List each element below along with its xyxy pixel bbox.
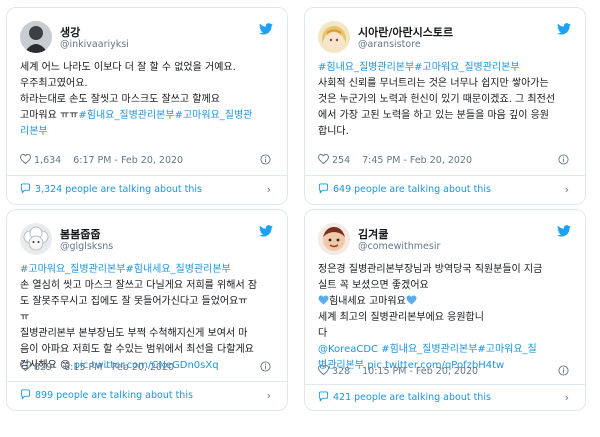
- tweet-card[interactable]: 시아란/아란시스토르 @aransistore #힘내요_질병관리본부#고마워요…: [304, 7, 586, 205]
- heart-icon[interactable]: [20, 361, 31, 371]
- blue-heart-icon: [318, 295, 329, 305]
- author-name[interactable]: 김겨쿨: [358, 226, 388, 242]
- tweet-meta: 254 7:45 PM - Feb 20, 2020: [318, 154, 575, 166]
- tweet-text: #힘내요_질병관리본부#고마워요_질병관리본부 사회적 신뢰를 무너트리는 것은…: [318, 60, 575, 140]
- talking-count[interactable]: 899 people are talking about this: [35, 390, 193, 401]
- tweet-header: 김겨쿨 @comewithmesir: [318, 223, 575, 257]
- info-icon[interactable]: [260, 361, 271, 372]
- avatar[interactable]: [20, 223, 52, 255]
- tweet-header: 생강 @inkivaariyksi: [20, 21, 277, 55]
- tweet-text: 정은경 질병관리본부장님과 방역당국 직원분들이 지금 실트 꼭 보셨으면 좋겠…: [318, 262, 575, 374]
- chevron-right-icon: ›: [266, 183, 271, 196]
- talking-count[interactable]: 3,324 people are talking about this: [35, 184, 202, 195]
- tweet-card[interactable]: 생강 @inkivaariyksi 세계 어느 나라도 이보다 더 잘 할 수 …: [6, 7, 288, 205]
- like-count: 1,634: [34, 155, 62, 166]
- tweet-header: 시아란/아란시스토르 @aransistore: [318, 21, 575, 55]
- conversation-link[interactable]: 421 people are talking about this ›: [318, 391, 575, 404]
- author-handle[interactable]: @aransistore: [358, 39, 421, 50]
- tweet-card[interactable]: 김겨쿨 @comewithmesir 정은경 질병관리본부장님과 방역당국 직원…: [304, 209, 586, 411]
- like-count: 254: [332, 155, 351, 166]
- blue-heart-icon: [406, 295, 417, 305]
- conversation-link[interactable]: 649 people are talking about this ›: [318, 183, 575, 196]
- info-icon[interactable]: [558, 154, 569, 165]
- author-name[interactable]: 봄봄줍줍: [60, 226, 100, 242]
- mention-link[interactable]: @KoreaCDC: [318, 344, 378, 355]
- tweet-body: 정은경 질병관리본부장님과 방역당국 직원분들이 지금 실트 꼭 보셨으면 좋겠…: [318, 264, 543, 291]
- twitter-bird-icon[interactable]: [557, 23, 571, 35]
- tweet-meta: 328 10:15 PM - Feb 20, 2020: [318, 365, 575, 377]
- hashtag-link[interactable]: #힘내요_질병관리본부#고마워요_질병관리본부: [318, 62, 520, 73]
- chevron-right-icon: ›: [266, 389, 271, 402]
- avatar[interactable]: [318, 21, 350, 53]
- tweet-body: 손 열심히 씻고 마스크 잘쓰고 다닐게요 저희를 위해서 잠 도 잘못주무시고…: [20, 280, 258, 371]
- author-handle[interactable]: @inkivaariyksi: [60, 39, 129, 50]
- chevron-right-icon: ›: [564, 391, 569, 404]
- avatar[interactable]: [20, 21, 52, 53]
- author-name[interactable]: 시아란/아란시스토르: [358, 24, 453, 40]
- tweet-meta: 829 8:15 PM - Feb 20, 2020: [20, 361, 277, 373]
- avatar[interactable]: [318, 223, 350, 255]
- cheer-text: 힘내세요 고마워요: [329, 296, 406, 307]
- tweet-meta: 1,634 6:17 PM - Feb 20, 2020: [20, 154, 277, 166]
- divider: [7, 175, 287, 176]
- tweet-text: #고마워요_질병관리본부#힘내세요_질병관리본부 손 열심히 씻고 마스크 잘쓰…: [20, 262, 277, 374]
- hashtag-link[interactable]: #고마워요_질병관리본부#힘내세요_질병관리본부: [20, 264, 231, 275]
- conversation-link[interactable]: 3,324 people are talking about this ›: [20, 183, 277, 196]
- tweet-card[interactable]: 봄봄줍줍 @glglsksns #고마워요_질병관리본부#힘내세요_질병관리본부…: [6, 209, 288, 411]
- tweet-body: 사회적 신뢰를 무너트리는 것은 너무나 쉽지만 쌓아가는 것은 누군가의 노력…: [318, 78, 556, 137]
- comment-bubble-icon: [20, 183, 31, 194]
- info-icon[interactable]: [260, 154, 271, 165]
- divider: [305, 384, 585, 385]
- twitter-bird-icon[interactable]: [259, 225, 273, 237]
- info-icon[interactable]: [558, 365, 569, 376]
- talking-count[interactable]: 421 people are talking about this: [333, 392, 491, 403]
- timestamp[interactable]: 8:15 PM - Feb 20, 2020: [64, 362, 174, 373]
- comment-bubble-icon: [318, 391, 329, 402]
- author-handle[interactable]: @glglsksns: [60, 241, 113, 252]
- twitter-bird-icon[interactable]: [259, 23, 273, 35]
- tweet-body-2: 세계 최고의 질병관리본부에요 응원합니 다: [318, 312, 484, 339]
- author-handle[interactable]: @comewithmesir: [358, 241, 440, 252]
- divider: [7, 381, 287, 382]
- divider: [305, 175, 585, 176]
- chevron-right-icon: ›: [564, 183, 569, 196]
- heart-icon[interactable]: [20, 154, 31, 164]
- author-name[interactable]: 생강: [60, 24, 80, 40]
- comment-bubble-icon: [318, 183, 329, 194]
- timestamp[interactable]: 7:45 PM - Feb 20, 2020: [362, 155, 472, 166]
- heart-icon[interactable]: [318, 154, 329, 164]
- heart-icon[interactable]: [318, 365, 329, 375]
- like-count: 829: [34, 362, 53, 373]
- talking-count[interactable]: 649 people are talking about this: [333, 184, 491, 195]
- tweet-text: 세계 어느 나라도 이보다 더 잘 할 수 없었을 거예요. 우주최고였어요. …: [20, 60, 277, 140]
- timestamp[interactable]: 10:15 PM - Feb 20, 2020: [362, 366, 478, 377]
- tweet-header: 봄봄줍줍 @glglsksns: [20, 223, 277, 257]
- comment-bubble-icon: [20, 389, 31, 400]
- twitter-bird-icon[interactable]: [557, 225, 571, 237]
- timestamp[interactable]: 6:17 PM - Feb 20, 2020: [73, 155, 183, 166]
- like-count: 328: [332, 366, 351, 377]
- conversation-link[interactable]: 899 people are talking about this ›: [20, 389, 277, 402]
